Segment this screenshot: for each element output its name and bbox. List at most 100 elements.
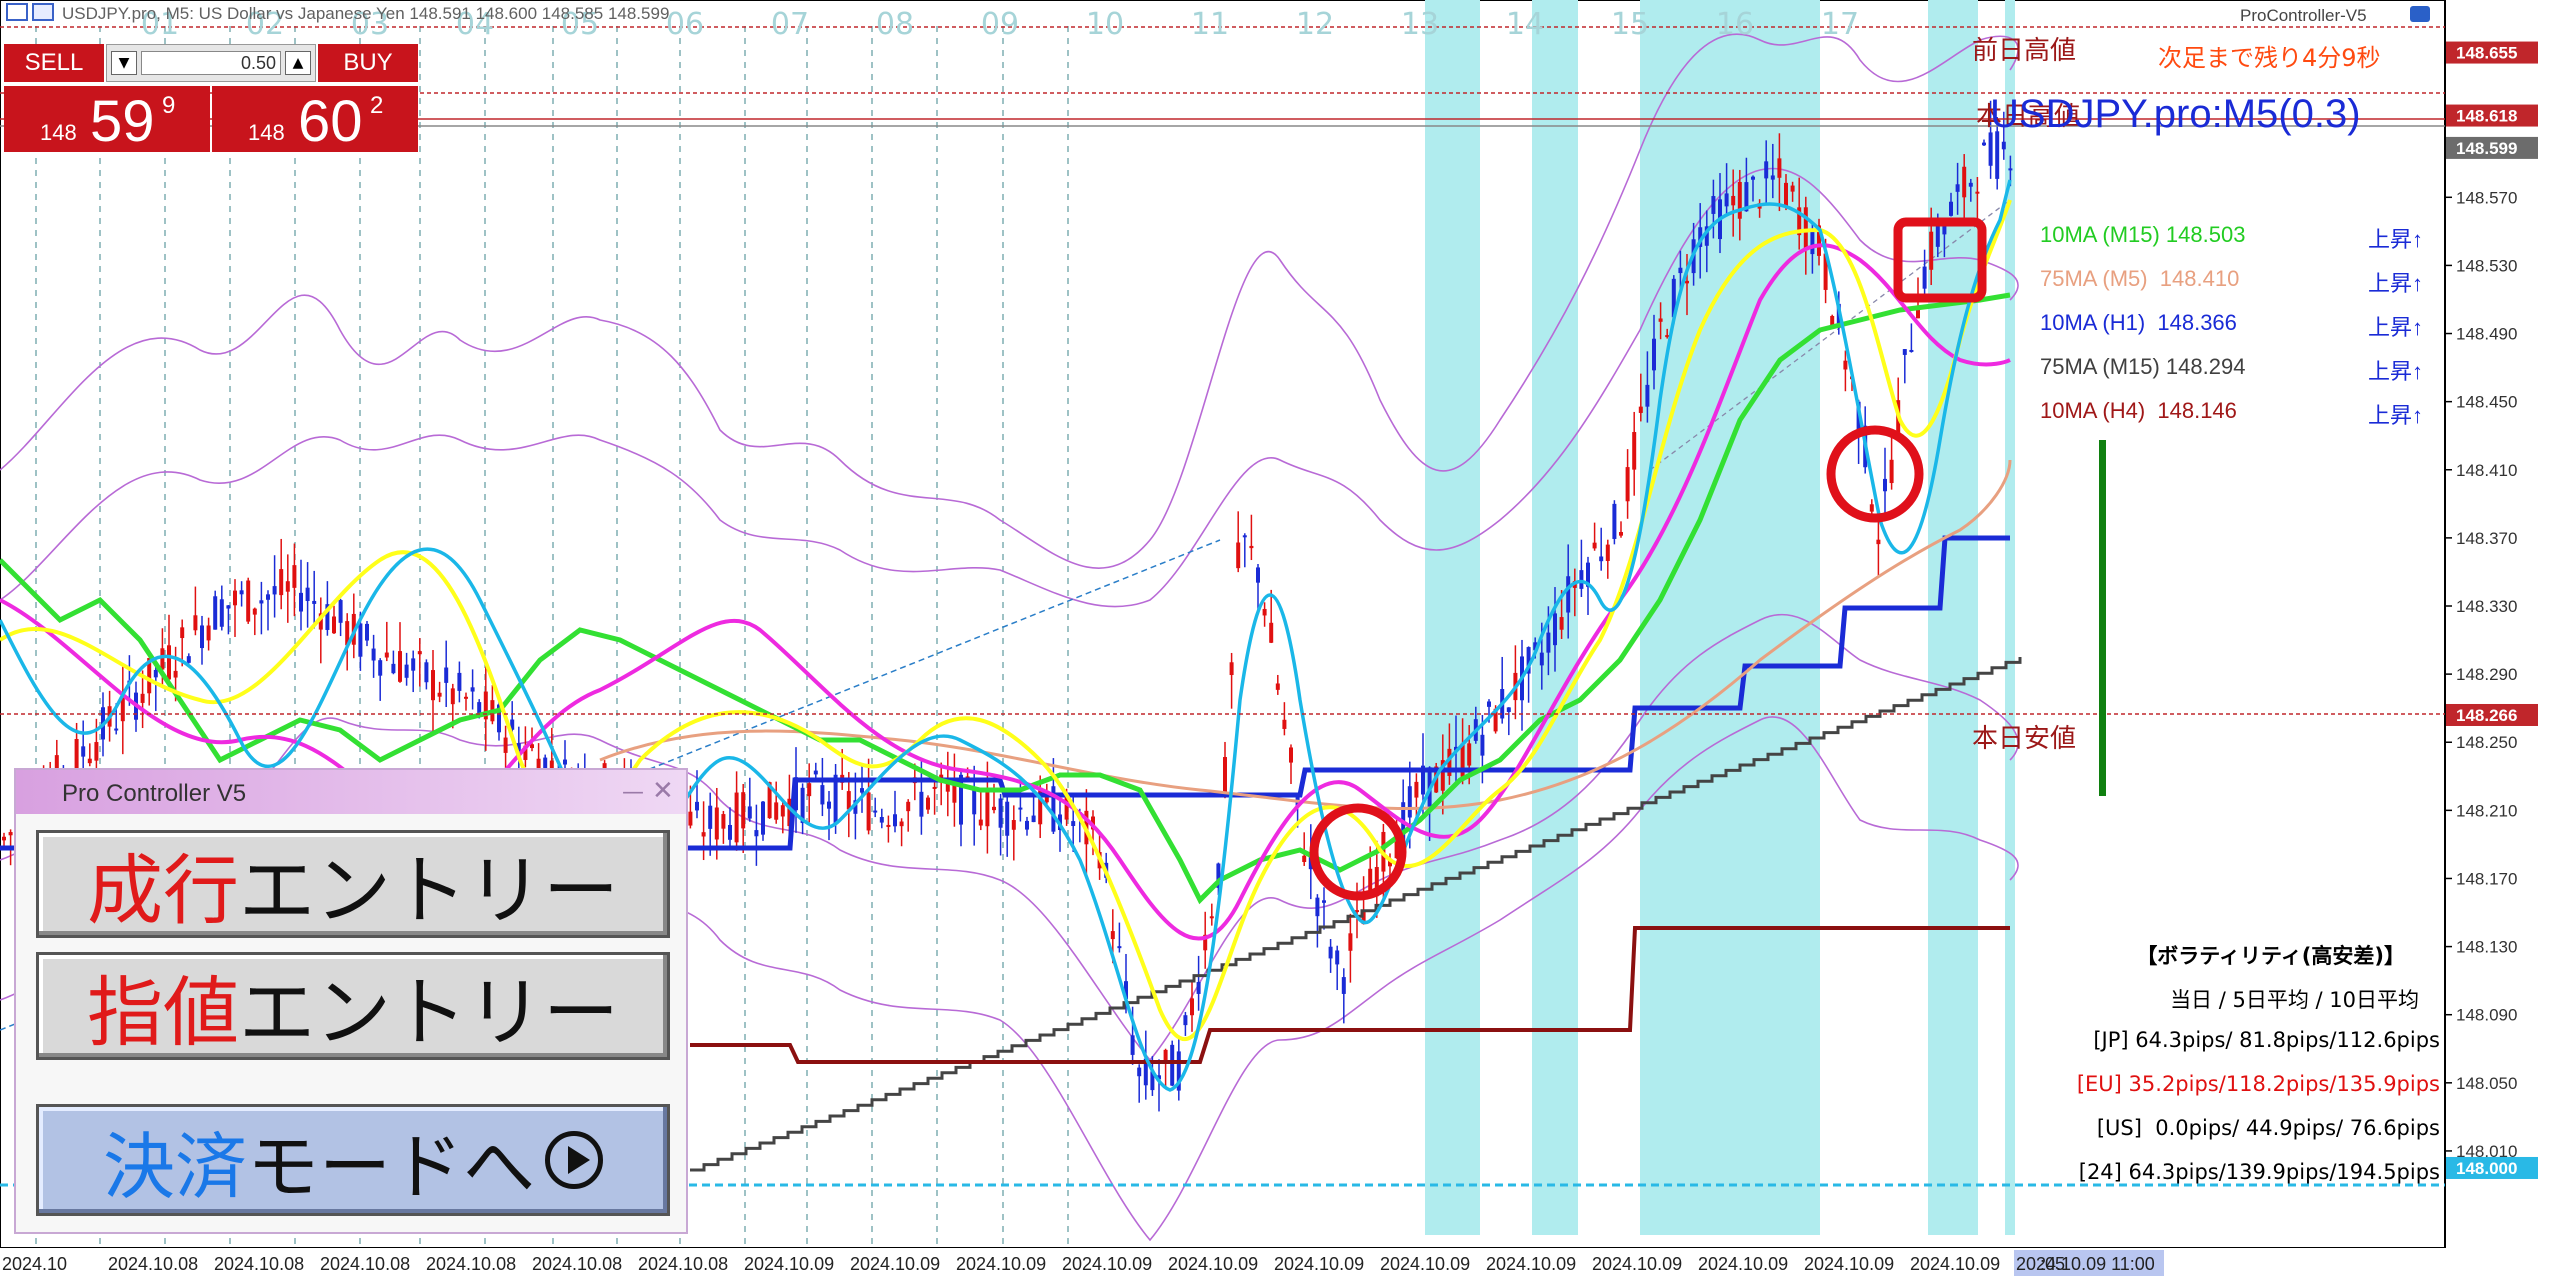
candle-body xyxy=(780,805,785,817)
chart-type-icon[interactable] xyxy=(32,3,54,21)
candle-body xyxy=(1289,747,1293,763)
ma-row: 10MA (H1) 148.366 上昇↑ xyxy=(2040,310,2440,354)
candle-body xyxy=(358,623,363,657)
candle-body xyxy=(292,565,297,588)
candle-body xyxy=(1110,931,1115,940)
candle-body xyxy=(1638,406,1643,413)
prev-high-label: 前日高値 xyxy=(1972,36,2077,66)
x-axis: 2024.10 2024.10.08 2024.10.08 2024.10.08 202… xyxy=(2,1250,2164,1276)
candle-body xyxy=(1770,175,1775,180)
candle-body xyxy=(1751,176,1755,180)
x-date-label: 2024.10.09 xyxy=(1910,1254,2000,1274)
candle-body xyxy=(1784,182,1788,207)
lot-input-box: ▼ ▲ xyxy=(106,44,316,82)
price-tag-label: 148.655 xyxy=(2456,44,2517,63)
candle-body xyxy=(807,783,812,797)
lot-down-button[interactable]: ▼ xyxy=(111,51,137,75)
candle-body xyxy=(391,663,396,674)
sell-price-main: 59 xyxy=(90,89,155,154)
sell-price-button[interactable]: 148 59 9 xyxy=(4,86,210,154)
candle-body xyxy=(1275,683,1280,690)
candle-body xyxy=(1995,131,2000,179)
candle-body xyxy=(1302,855,1307,862)
y-tick-label: 148.330 xyxy=(2456,597,2517,616)
candle-body xyxy=(1130,1035,1135,1055)
candle-body xyxy=(2001,141,2006,150)
candle-body xyxy=(431,670,435,701)
volatility-title: 【ボラティリティ(高安差)】 xyxy=(2136,944,2405,968)
candle-body xyxy=(1553,613,1557,646)
candle-body xyxy=(893,814,897,827)
candle-body xyxy=(160,648,165,670)
candle-body xyxy=(153,669,158,678)
candle-body xyxy=(1790,185,1795,192)
candle-body xyxy=(140,693,145,703)
controller-title-bar[interactable]: Pro Controller V5 — ✕ xyxy=(16,770,686,814)
x-date-label: 2024.10.09 xyxy=(1168,1254,1258,1274)
candle-body xyxy=(1209,916,1214,919)
candle-body xyxy=(1777,158,1782,178)
market-entry-button[interactable]: 成行 エントリー xyxy=(36,830,670,938)
x-date-label: 2024.10.09 xyxy=(1486,1254,1576,1274)
candle-body xyxy=(1467,743,1472,766)
candle-body xyxy=(879,816,884,823)
lot-up-button[interactable]: ▲ xyxy=(285,51,311,75)
candle-body xyxy=(1929,231,1934,270)
y-tick-label: 148.370 xyxy=(2456,529,2517,548)
candle-body xyxy=(1328,946,1333,959)
candle-body xyxy=(239,590,244,595)
indicator-settings-icon[interactable] xyxy=(2410,6,2430,22)
candle-body xyxy=(252,608,257,615)
controller-title: Pro Controller V5 xyxy=(62,780,247,807)
ma-label: 75MA (M15) 148.294 xyxy=(2040,354,2246,379)
candle-body xyxy=(774,802,779,820)
candle-body xyxy=(259,600,264,604)
y-tick-label: 148.050 xyxy=(2456,1074,2517,1093)
sell-button[interactable]: SELL xyxy=(4,44,104,82)
settle-mode-button[interactable]: 決済 モードへ xyxy=(36,1104,670,1216)
limit-entry-button[interactable]: 指値 エントリー xyxy=(36,952,670,1060)
candle-body xyxy=(193,615,198,631)
candle-body xyxy=(886,824,891,827)
candle-body xyxy=(332,616,336,634)
candle-body xyxy=(266,594,270,600)
buy-price-sup: 2 xyxy=(370,92,384,119)
candle-body xyxy=(378,660,383,676)
candle-body xyxy=(444,667,449,683)
chart-menu-icon[interactable] xyxy=(6,3,28,21)
candle-body xyxy=(1414,781,1419,798)
x-date-label: 2024.10.09 xyxy=(1698,1254,1788,1274)
market-entry-black: エントリー xyxy=(239,846,619,935)
candle-body xyxy=(820,785,825,805)
candle-body xyxy=(721,814,726,829)
volatility-row: [US] 0.0pips/ 44.9pips/ 76.6pips xyxy=(2096,1116,2440,1140)
close-icon[interactable]: ✕ xyxy=(652,776,674,806)
candle-body xyxy=(695,801,699,811)
candle-body xyxy=(1566,576,1571,613)
buy-price-button[interactable]: 148 60 2 xyxy=(212,86,418,154)
candle-body xyxy=(2008,168,2013,171)
indicator-name: ProController-V5 xyxy=(2240,6,2367,25)
candle-body xyxy=(899,821,904,827)
buy-label: BUY xyxy=(343,49,393,76)
settle-mode-black: モードへ xyxy=(247,1124,536,1209)
y-tick-label: 148.450 xyxy=(2456,393,2517,412)
candle-body xyxy=(1988,132,1993,166)
lot-input[interactable] xyxy=(141,51,281,75)
candle-body xyxy=(180,627,185,639)
candle-body xyxy=(701,832,706,837)
ma-status: 上昇↑ xyxy=(2368,359,2424,384)
candle-body xyxy=(1005,801,1010,836)
x-tail-label: :05 xyxy=(2040,1254,2065,1274)
x-date-label: 2024.10.09 xyxy=(1804,1254,1894,1274)
candle-body xyxy=(477,702,482,714)
buy-button[interactable]: BUY xyxy=(318,44,418,82)
candle-body xyxy=(279,569,284,596)
x-date-label: 2024.10 xyxy=(2,1254,67,1274)
minimize-icon[interactable]: — xyxy=(622,780,644,805)
y-tick-label: 148.290 xyxy=(2456,665,2517,684)
candle-body xyxy=(1223,757,1227,793)
y-tick-label: 148.570 xyxy=(2456,188,2517,207)
candle-body xyxy=(1810,230,1815,255)
sell-price-sup: 9 xyxy=(162,92,176,119)
